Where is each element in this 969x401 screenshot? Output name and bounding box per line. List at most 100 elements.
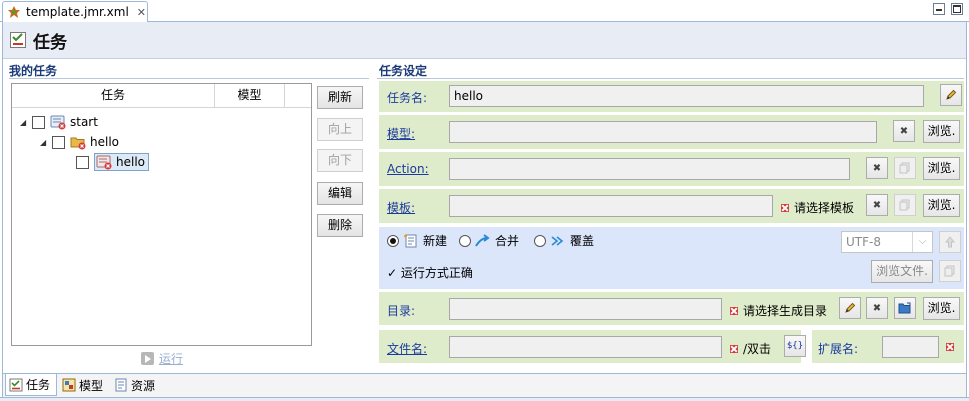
column-header-model[interactable]: 模型 (215, 84, 285, 107)
extension-row: 扩展名: (812, 330, 964, 363)
clear-icon: ✖ (872, 199, 882, 211)
mode-merge-label: 合并 (495, 234, 520, 248)
action-link[interactable]: Action: (387, 162, 429, 176)
directory-input[interactable] (449, 298, 722, 320)
clear-model-button[interactable]: ✖ (893, 120, 915, 142)
filename-link[interactable]: 文件名: (387, 340, 427, 357)
browse-template-button[interactable]: 浏览. (923, 194, 960, 217)
clear-icon: ✖ (872, 162, 882, 174)
task-name-row: 任务名: hello (379, 81, 964, 112)
directory-row: 目录: 请选择生成目录 ✖ 浏览. (379, 292, 964, 325)
mode-option-new[interactable]: 新建 (387, 232, 447, 249)
encoding-select[interactable]: UTF-8 ⌵ (841, 231, 933, 253)
browse-action-button[interactable]: 浏览. (923, 157, 960, 180)
tree-item-hello-task[interactable]: hello (76, 152, 149, 172)
edit-button[interactable]: 编辑 (317, 182, 363, 205)
editor-frame: 任务 我的任务 任务 模型 ◢ start ◢ hello hello 刷新 向… (2, 22, 967, 397)
rename-button[interactable] (940, 84, 962, 106)
radio-merge[interactable] (459, 234, 471, 247)
expand-arrow-icon[interactable]: ◢ (40, 138, 52, 147)
clear-template-button[interactable]: ✖ (866, 194, 888, 216)
move-down-button[interactable]: 向下 (317, 149, 363, 172)
mode-option-merge[interactable]: 合并 (459, 232, 519, 249)
close-icon[interactable]: ✕ (137, 6, 146, 19)
editor-tab-bar: template.jmr.xml ✕ (0, 0, 969, 22)
task-settings-divider (377, 78, 964, 79)
clear-action-button[interactable]: ✖ (866, 157, 888, 179)
browse-model-button[interactable]: 浏览. (923, 120, 960, 143)
action-row: Action: ✖ 浏览. (379, 152, 964, 186)
run-label: 运行 (159, 352, 184, 366)
filename-error: /双击 (730, 340, 771, 357)
model-link[interactable]: 模型: (387, 125, 415, 142)
directory-error: 请选择生成目录 (730, 302, 827, 319)
open-directory-button[interactable] (894, 297, 916, 319)
error-icon (730, 344, 738, 353)
browse-directory-button[interactable]: 浏览. (923, 297, 960, 320)
template-row: 模板: 请选择模板 ✖ 浏览. (379, 189, 964, 223)
filename-input[interactable] (449, 336, 722, 358)
copy-action-button[interactable] (894, 157, 916, 179)
copy-icon (944, 265, 955, 277)
merge-icon (475, 233, 490, 247)
template-input[interactable] (449, 195, 773, 217)
run-link[interactable]: 运行 (141, 350, 183, 367)
tree-item-checkbox[interactable] (52, 135, 65, 149)
radio-new[interactable] (387, 234, 399, 247)
tree-item-start[interactable]: ◢ start (20, 112, 98, 132)
play-icon (141, 352, 154, 365)
action-input[interactable] (449, 158, 850, 180)
mode-block: 新建 合并 覆盖 UTF-8 ⌵ ✓ 运行方式正确 浏览文件. (379, 227, 964, 289)
page-header: 任务 (3, 22, 966, 59)
browse-file-button[interactable]: 浏览文件. (871, 260, 933, 283)
refresh-button[interactable]: 刷新 (317, 86, 363, 109)
maximize-button[interactable] (951, 3, 963, 15)
run-mode-status: ✓ 运行方式正确 (387, 266, 473, 280)
chevron-down-icon[interactable]: ⌵ (912, 232, 932, 252)
editor-tab-template[interactable]: template.jmr.xml ✕ (2, 1, 148, 22)
task-icon (10, 32, 26, 48)
tree-item-label: hello (116, 155, 145, 169)
task-folder-icon (50, 115, 66, 130)
copy-icon (899, 162, 910, 174)
task-name-input[interactable]: hello (449, 85, 924, 107)
tree-item-selection[interactable]: hello (94, 153, 149, 171)
up-icon (944, 236, 956, 248)
expand-arrow-icon[interactable]: ◢ (20, 118, 32, 127)
move-up-button[interactable]: 向上 (317, 118, 363, 141)
encoding-value: UTF-8 (846, 235, 881, 249)
template-link[interactable]: 模板: (387, 199, 415, 216)
column-header-task[interactable]: 任务 (12, 84, 215, 107)
edit-directory-button[interactable] (839, 297, 861, 319)
new-file-icon (404, 234, 417, 247)
tab-model[interactable]: 模型 (59, 374, 109, 396)
tree-item-hello-folder[interactable]: ◢ hello (40, 132, 119, 152)
pencil-icon (946, 89, 957, 100)
template-hint-text: 请选择模板 (794, 201, 855, 215)
mode-option-overwrite[interactable]: 覆盖 (534, 232, 594, 249)
my-tasks-divider (9, 78, 369, 79)
page-title: 任务 (33, 32, 67, 53)
open-folder-icon (898, 302, 911, 314)
task-tree[interactable]: 任务 模型 ◢ start ◢ hello hello (11, 83, 312, 346)
task-item-icon (96, 155, 112, 170)
extension-input[interactable] (882, 336, 939, 358)
template-error: 请选择模板 (781, 199, 854, 216)
clear-directory-button[interactable]: ✖ (866, 297, 888, 319)
filename-row: 文件名: /双击 (379, 330, 801, 363)
model-input[interactable] (449, 121, 877, 143)
extension-label: 扩展名: (818, 342, 859, 356)
tree-item-checkbox[interactable] (76, 155, 89, 169)
insert-variable-button[interactable]: ${} (784, 335, 806, 357)
tab-task[interactable]: 任务 (5, 374, 57, 396)
my-tasks-title: 我的任务 (9, 64, 58, 78)
delete-button[interactable]: 删除 (317, 214, 363, 237)
encoding-settings-button[interactable] (939, 231, 961, 253)
radio-overwrite[interactable] (534, 234, 546, 247)
copy-file-button[interactable] (939, 260, 961, 282)
tree-item-label: start (70, 115, 98, 129)
tab-resource[interactable]: 资源 (111, 374, 163, 396)
copy-template-button[interactable] (894, 194, 916, 216)
tree-item-checkbox[interactable] (32, 115, 45, 129)
minimize-button[interactable] (933, 3, 945, 15)
